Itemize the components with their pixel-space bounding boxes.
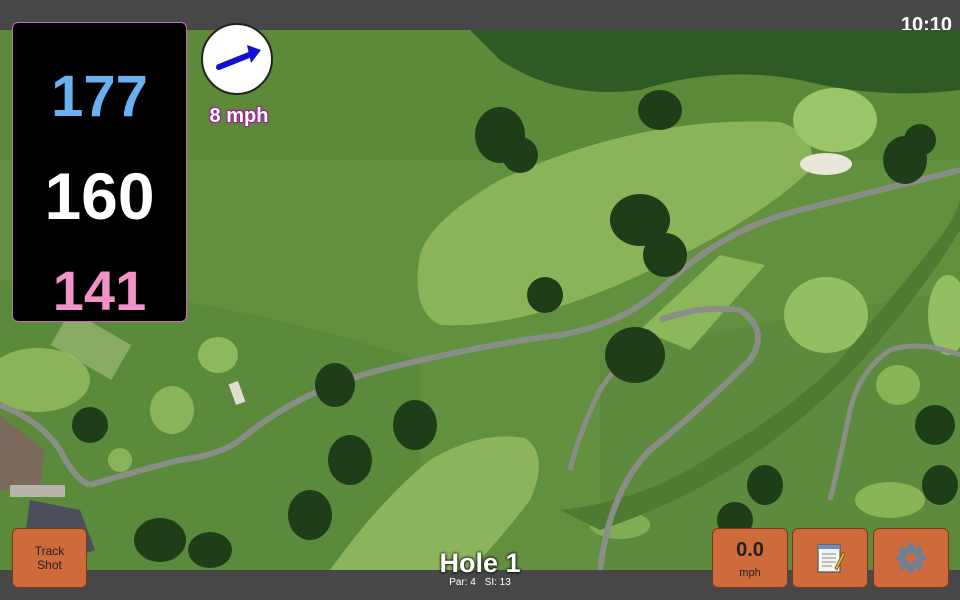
distance-middle-of-green: 160 xyxy=(44,159,155,233)
distance-panel: 177 160 141 xyxy=(12,22,187,322)
notepad-icon xyxy=(817,544,845,573)
settings-button[interactable] xyxy=(873,528,949,588)
track-shot-button[interactable]: Track Shot xyxy=(12,528,87,588)
speed-button[interactable]: 0.0 mph xyxy=(712,528,788,588)
notes-button[interactable] xyxy=(792,528,868,588)
track-shot-label-line1: Track xyxy=(34,544,65,558)
distance-back-of-green: 177 xyxy=(51,64,148,129)
hole-stroke-index: SI: 13 xyxy=(484,577,511,588)
hole-par: Par: 4 xyxy=(449,577,476,588)
track-shot-label-line2: Shot xyxy=(37,558,62,572)
hole-title: Hole 1 xyxy=(439,548,521,578)
wind-speed-label: 8 mph xyxy=(209,105,269,127)
speed-value: 0.0 xyxy=(736,539,764,561)
distance-front-of-green: 141 xyxy=(52,259,147,322)
gear-icon xyxy=(896,543,926,573)
hole-info: Par: 4 SI: 13 xyxy=(380,577,580,588)
wind-indicator xyxy=(201,23,273,95)
arrow-right-icon xyxy=(216,45,261,70)
speed-unit: mph xyxy=(739,567,761,579)
